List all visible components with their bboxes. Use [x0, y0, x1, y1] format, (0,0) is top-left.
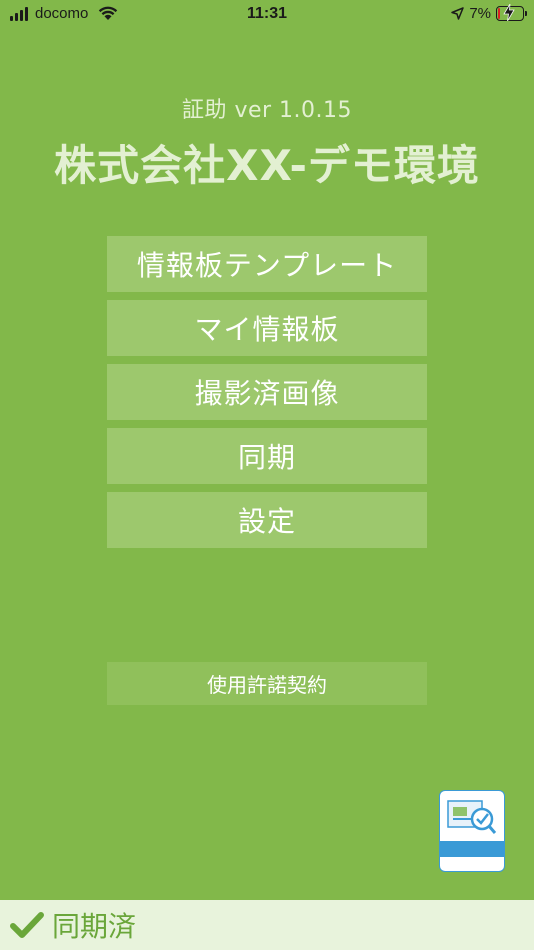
captured-images-button[interactable]: 撮影済画像	[107, 364, 427, 420]
checkmark-icon	[10, 912, 44, 938]
license-agreement-button[interactable]: 使用許諾契約	[107, 662, 427, 705]
charging-bolt-icon	[503, 4, 515, 21]
certification-badge-logo[interactable]	[439, 790, 505, 872]
my-info-board-button[interactable]: マイ情報板	[107, 300, 427, 356]
main-menu: 情報板テンプレート マイ情報板 撮影済画像 同期 設定	[107, 236, 427, 556]
location-arrow-icon	[451, 7, 465, 20]
certification-badge-image	[447, 800, 497, 834]
app-version-title: 証助 ver 1.0.15	[181, 98, 353, 123]
settings-button[interactable]: 設定	[107, 492, 427, 548]
company-name: 株式会社XX-デモ環境	[54, 141, 480, 190]
sync-button[interactable]: 同期	[107, 428, 427, 484]
battery-percent: 7%	[469, 5, 491, 22]
battery-icon	[496, 4, 527, 21]
info-board-template-button[interactable]: 情報板テンプレート	[107, 236, 427, 292]
certification-badge-band	[440, 841, 504, 857]
battery-level-fill	[498, 8, 500, 19]
status-bar: docomo 11:31 7%	[0, 0, 534, 30]
sync-status-bar: 同期済	[0, 900, 534, 950]
sync-status-label: 同期済	[52, 910, 137, 943]
